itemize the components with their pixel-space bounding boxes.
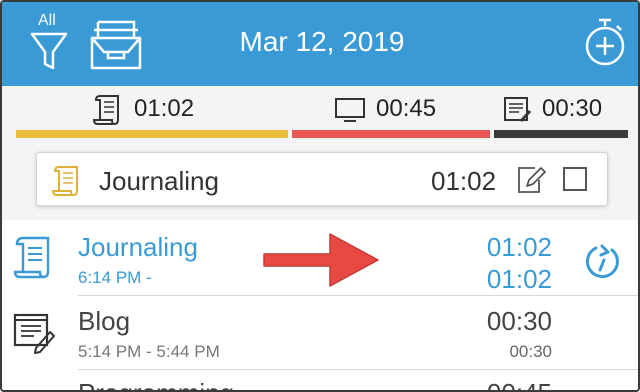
summary-programming[interactable]: 00:45 bbox=[334, 92, 436, 126]
entry-duration: 00:30 bbox=[509, 342, 552, 361]
list-item[interactable]: Programming 00:45 bbox=[2, 370, 638, 390]
entry-title: Blog bbox=[78, 306, 131, 336]
summary-value: 00:45 bbox=[376, 95, 437, 122]
entry-title: Programming bbox=[78, 378, 234, 390]
stopwatch-add-icon bbox=[585, 18, 625, 66]
scroll-icon bbox=[51, 166, 78, 196]
entry-title: Journaling bbox=[78, 232, 198, 262]
entry-total: 00:30 bbox=[486, 306, 552, 336]
scroll-icon bbox=[13, 236, 50, 279]
funnel-icon bbox=[30, 32, 68, 70]
entry-total: 01:02 bbox=[486, 232, 552, 262]
stop-timer-icon[interactable] bbox=[582, 242, 622, 282]
list-item[interactable]: Blog 5:14 PM - 5:44 PM 00:30 00:30 bbox=[2, 296, 638, 370]
inbox-button[interactable] bbox=[88, 18, 144, 72]
running-task-card[interactable]: Journaling 01:02 bbox=[36, 152, 608, 206]
complete-checkbox[interactable] bbox=[563, 167, 587, 191]
running-task-time: 01:02 bbox=[431, 166, 497, 196]
app-window: All Mar 12, 2019 01:02 00:45 00:30 Journ… bbox=[0, 0, 640, 392]
entry-total: 00:45 bbox=[487, 378, 552, 390]
inbox-tray-icon bbox=[90, 20, 142, 70]
scroll-icon bbox=[92, 95, 119, 125]
running-task-name: Journaling bbox=[99, 166, 219, 196]
add-timer-button[interactable] bbox=[582, 16, 628, 70]
summary-blog[interactable]: 00:30 bbox=[502, 92, 602, 126]
edit-note-icon[interactable] bbox=[515, 164, 547, 196]
filter-button[interactable]: All bbox=[24, 10, 74, 72]
blog-progress-bar bbox=[494, 130, 628, 138]
summary-value: 01:02 bbox=[134, 95, 195, 122]
entry-duration: 01:02 bbox=[486, 264, 552, 294]
summary-value: 00:30 bbox=[542, 95, 603, 122]
notepad-pen-icon bbox=[13, 313, 55, 354]
notepad-icon bbox=[504, 97, 531, 122]
journaling-progress-bar bbox=[16, 130, 288, 138]
header-bar: All Mar 12, 2019 bbox=[2, 2, 638, 86]
summary-journaling[interactable]: 01:02 bbox=[92, 92, 194, 126]
monitor-icon bbox=[335, 98, 365, 122]
programming-progress-bar bbox=[292, 130, 490, 138]
annotation-arrow-icon bbox=[263, 233, 379, 287]
filter-label: All bbox=[38, 12, 56, 29]
entry-time-range: 6:14 PM - bbox=[78, 268, 152, 287]
page-title: Mar 12, 2019 bbox=[239, 26, 405, 57]
entry-time-range: 5:14 PM - 5:44 PM bbox=[78, 342, 220, 361]
